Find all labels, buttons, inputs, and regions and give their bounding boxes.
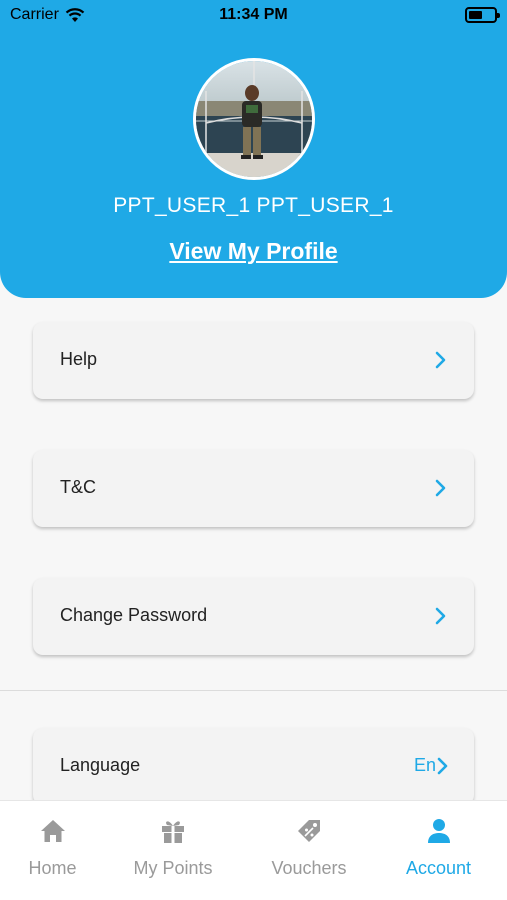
- home-icon: [40, 820, 65, 842]
- person-icon: [427, 819, 450, 843]
- tab-label: My Points: [133, 858, 213, 878]
- tab-label: Vouchers: [271, 858, 347, 878]
- section-divider: [0, 690, 507, 691]
- tab-account[interactable]: Account: [385, 801, 492, 900]
- menu-item-label: Change Password: [60, 605, 208, 625]
- menu-item-tnc[interactable]: T&C: [33, 450, 474, 527]
- menu-item-label: Help: [60, 349, 98, 369]
- view-profile-link[interactable]: View My Profile: [0, 238, 507, 265]
- chevron-right-icon: [435, 479, 446, 497]
- tag-icon: [298, 820, 320, 842]
- tab-home[interactable]: Home: [0, 801, 105, 900]
- menu-item-help[interactable]: Help: [33, 322, 474, 399]
- menu-item-change-password[interactable]: Change Password: [33, 578, 474, 655]
- user-name: PPT_USER_1 PPT_USER_1: [113, 194, 394, 217]
- tab-vouchers[interactable]: Vouchers: [256, 801, 362, 900]
- chevron-right-icon: [435, 607, 446, 625]
- tab-label: Account: [405, 858, 472, 878]
- menu-item-language[interactable]: Language En: [33, 728, 474, 805]
- avatar[interactable]: [193, 58, 315, 180]
- status-bar: Carrier 11:34 PM: [0, 0, 507, 32]
- battery-level: [469, 11, 482, 19]
- profile-header: Carrier 11:34 PM PPT_USER_1 PPT_USER_1 V…: [0, 0, 507, 298]
- gift-icon: [162, 821, 184, 843]
- battery-icon: [465, 7, 500, 23]
- avatar-photo: [196, 61, 312, 177]
- menu-item-label: Language: [60, 755, 141, 775]
- chevron-right-icon: [435, 351, 446, 369]
- tab-my-points[interactable]: My Points: [120, 801, 226, 900]
- clock: 11:34 PM: [219, 6, 288, 23]
- tab-label: Home: [28, 858, 77, 878]
- menu-item-label: T&C: [60, 477, 96, 497]
- chevron-right-icon: [437, 757, 448, 775]
- tab-bar: Home My Points Vouchers Account: [0, 800, 507, 900]
